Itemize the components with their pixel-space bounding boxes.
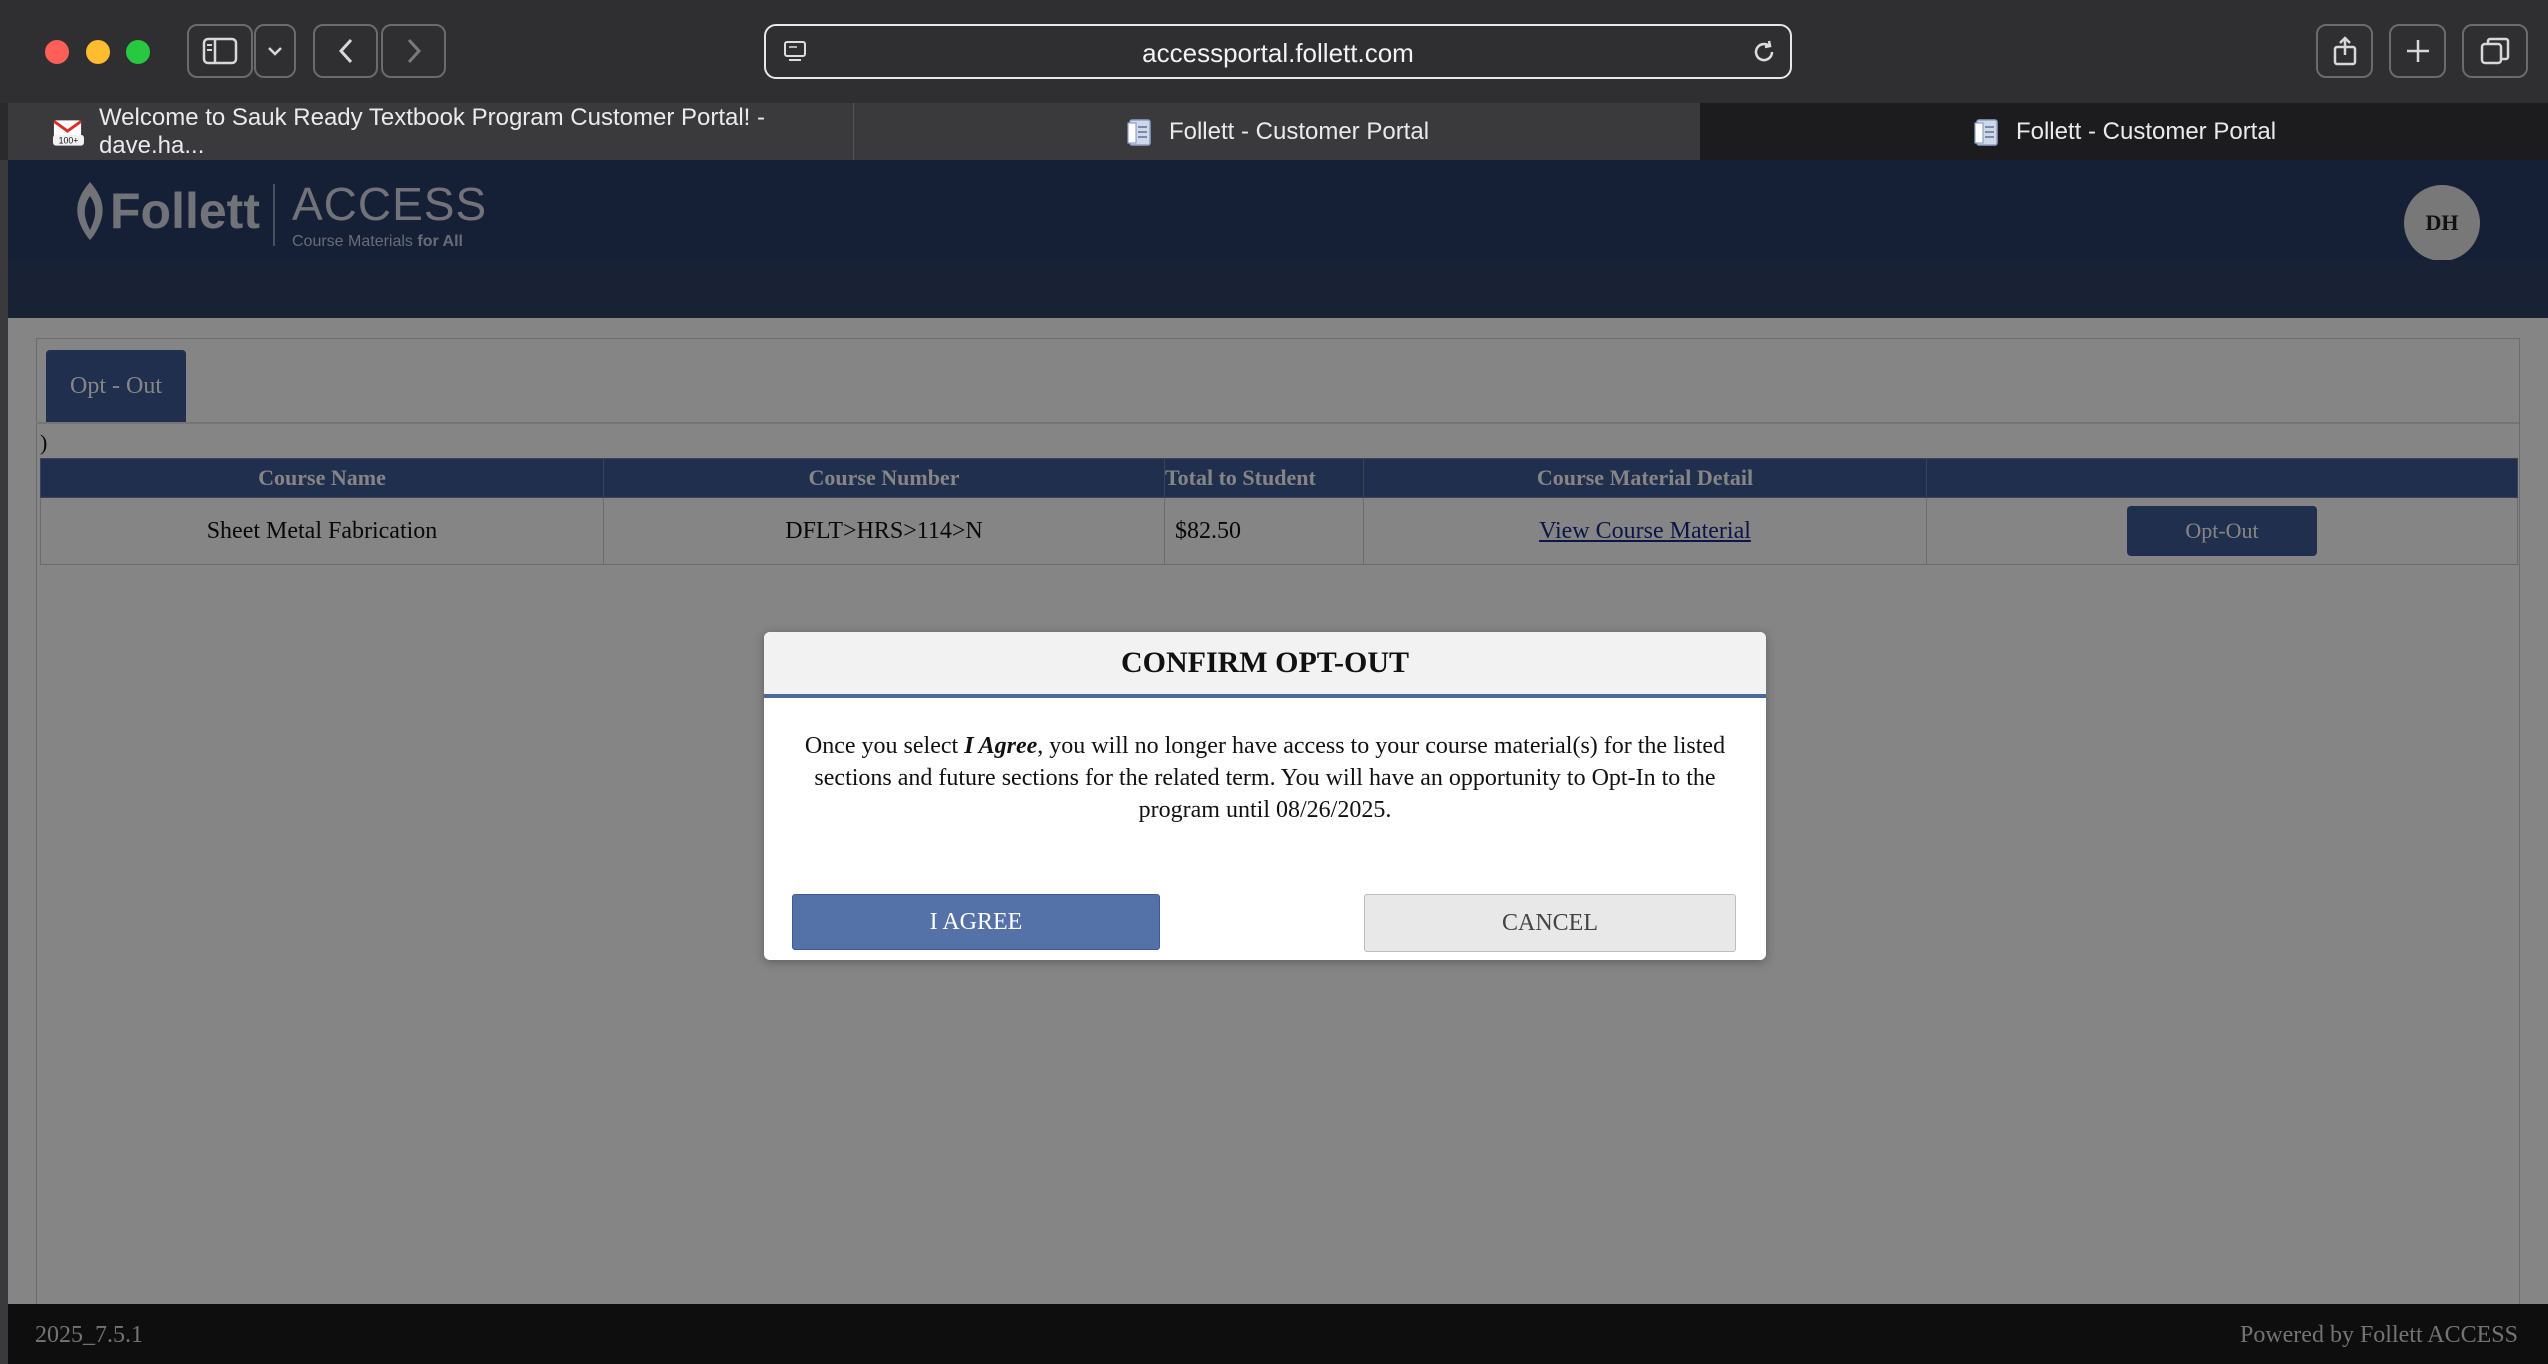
- forward-button[interactable]: [381, 24, 446, 78]
- new-tab-button[interactable]: [2389, 24, 2446, 78]
- dialog-title: CONFIRM OPT-OUT: [764, 632, 1766, 698]
- dialog-message: Once you select I Agree, you will no lon…: [804, 733, 1726, 823]
- browser-tab-follett-1[interactable]: Follett - Customer Portal: [854, 103, 1700, 160]
- reload-icon[interactable]: [1750, 38, 1778, 66]
- tab-overview-button[interactable]: [2462, 24, 2528, 78]
- chevron-down-icon: [268, 47, 282, 56]
- chevron-right-icon: [407, 38, 421, 64]
- address-bar[interactable]: accessportal.follett.com: [764, 24, 1792, 79]
- tab-label: Welcome to Sauk Ready Textbook Program C…: [98, 103, 766, 159]
- gmail-icon: 100+: [52, 119, 84, 145]
- tab-overview-icon: [2480, 37, 2510, 65]
- back-button[interactable]: [313, 24, 378, 78]
- browser-tab-gmail[interactable]: 100+ Welcome to Sauk Ready Textbook Prog…: [8, 103, 854, 160]
- sidebar-menu-button[interactable]: [254, 24, 296, 78]
- browser-titlebar: accessportal.follett.com: [0, 0, 2548, 103]
- sidebar-toggle-button[interactable]: [187, 24, 253, 78]
- i-agree-button[interactable]: I AGREE: [792, 894, 1160, 950]
- tab-label: Follett - Customer Portal: [1168, 117, 1430, 145]
- svg-text:100+: 100+: [59, 135, 79, 145]
- agree-emphasis: I Agree: [964, 733, 1038, 759]
- plus-icon: [2406, 40, 2429, 62]
- document-icon: [1974, 118, 1998, 146]
- confirm-opt-out-dialog: CONFIRM OPT-OUT Once you select I Agree,…: [764, 632, 1766, 960]
- share-button[interactable]: [2316, 24, 2373, 78]
- cancel-button[interactable]: CANCEL: [1364, 894, 1736, 952]
- chevron-left-icon: [338, 38, 352, 64]
- url-text: accessportal.follett.com: [1142, 38, 1414, 68]
- tab-label: Follett - Customer Portal: [2015, 117, 2277, 145]
- browser-tab-follett-2-active[interactable]: Follett - Customer Portal: [1700, 103, 2548, 160]
- share-icon: [2333, 36, 2356, 66]
- minimize-window-button[interactable]: [86, 40, 110, 64]
- close-window-button[interactable]: [45, 40, 69, 64]
- zoom-window-button[interactable]: [126, 40, 150, 64]
- document-icon: [1127, 118, 1151, 146]
- sidebar-icon: [202, 37, 238, 65]
